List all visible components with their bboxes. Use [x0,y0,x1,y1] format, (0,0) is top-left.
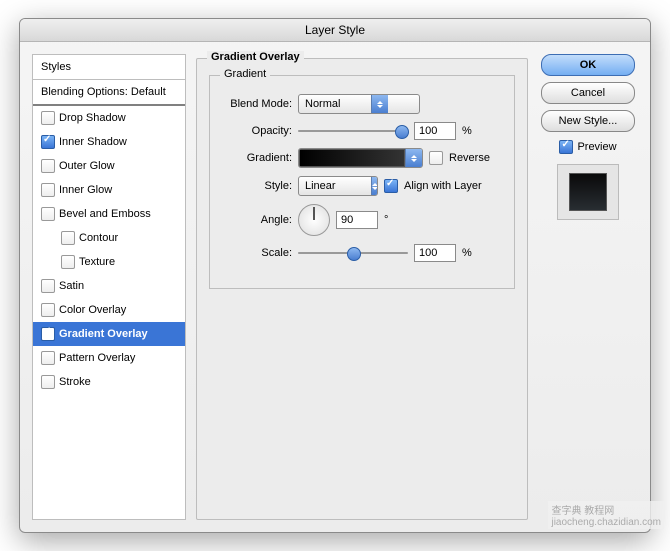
scale-unit: % [462,247,472,259]
style-label: Pattern Overlay [59,352,135,364]
checkbox[interactable] [41,207,55,221]
action-panel: OK Cancel New Style... Preview [538,54,638,520]
style-item-inner-shadow[interactable]: Inner Shadow [33,130,185,154]
angle-label: Angle: [224,214,292,226]
style-label: Contour [79,232,118,244]
style-item-gradient-overlay[interactable]: Gradient Overlay [33,322,185,346]
style-item-bevel-emboss[interactable]: Bevel and Emboss [33,202,185,226]
styles-list-panel: Styles Blending Options: Default Drop Sh… [32,54,186,520]
ok-button[interactable]: OK [541,54,635,76]
blend-mode-label: Blend Mode: [224,98,292,110]
style-label: Texture [79,256,115,268]
style-label: Inner Glow [59,184,112,196]
style-label: Inner Shadow [59,136,127,148]
style-label: Stroke [59,376,91,388]
style-label: Bevel and Emboss [59,208,151,220]
opacity-slider[interactable] [298,123,408,139]
align-label: Align with Layer [404,180,482,192]
style-item-stroke[interactable]: Stroke [33,370,185,394]
style-label: Gradient Overlay [59,328,148,340]
section-title: Gradient Overlay [207,51,304,63]
scale-label: Scale: [224,247,292,259]
styles-header[interactable]: Styles [33,55,185,80]
settings-panel: Gradient Overlay Gradient Blend Mode: No… [196,54,528,520]
cancel-button[interactable]: Cancel [541,82,635,104]
checkbox[interactable] [41,111,55,125]
style-item-color-overlay[interactable]: Color Overlay [33,298,185,322]
gradient-preview [299,149,405,167]
opacity-input[interactable] [414,122,456,140]
opacity-label: Opacity: [224,125,292,137]
style-item-pattern-overlay[interactable]: Pattern Overlay [33,346,185,370]
blend-mode-select[interactable]: Normal [298,94,420,114]
angle-unit: ° [384,214,388,226]
style-label: Drop Shadow [59,112,126,124]
checkbox[interactable] [61,231,75,245]
preview-swatch-box [557,164,619,220]
dropdown-arrows-icon [371,177,378,195]
reverse-checkbox[interactable] [429,151,443,165]
angle-input[interactable] [336,211,378,229]
checkbox[interactable] [41,351,55,365]
scale-slider[interactable] [298,245,408,261]
opacity-unit: % [462,125,472,137]
style-label: Satin [59,280,84,292]
checkbox[interactable] [41,327,55,341]
checkbox[interactable] [41,375,55,389]
checkbox[interactable] [61,255,75,269]
layer-style-dialog: Layer Style Styles Blending Options: Def… [19,18,651,533]
checkbox[interactable] [41,279,55,293]
style-item-inner-glow[interactable]: Inner Glow [33,178,185,202]
style-item-satin[interactable]: Satin [33,274,185,298]
style-label: Color Overlay [59,304,126,316]
style-item-texture[interactable]: Texture [33,250,185,274]
dropdown-arrows-icon [371,95,388,113]
preview-checkbox[interactable] [559,140,573,154]
preview-label: Preview [577,141,616,153]
gradient-label: Gradient: [224,152,292,164]
scale-input[interactable] [414,244,456,262]
group-title: Gradient [220,68,270,80]
gradient-style-select[interactable]: Linear [298,176,378,196]
reverse-label: Reverse [449,152,490,164]
style-item-drop-shadow[interactable]: Drop Shadow [33,106,185,130]
style-item-outer-glow[interactable]: Outer Glow [33,154,185,178]
style-label: Outer Glow [59,160,115,172]
checkbox[interactable] [41,303,55,317]
title-bar: Layer Style [20,19,650,42]
checkbox[interactable] [41,159,55,173]
preview-swatch [569,173,607,211]
checkbox[interactable] [41,183,55,197]
angle-dial[interactable] [298,204,330,236]
checkbox[interactable] [41,135,55,149]
gradient-picker[interactable] [298,148,423,168]
align-checkbox[interactable] [384,179,398,193]
watermark: 查字典 教程网 jiaocheng.chazidian.com [548,501,664,529]
new-style-button[interactable]: New Style... [541,110,635,132]
style-item-contour[interactable]: Contour [33,226,185,250]
style-label: Style: [224,180,292,192]
blending-options-item[interactable]: Blending Options: Default [33,80,185,106]
dropdown-arrows-icon [405,149,422,167]
